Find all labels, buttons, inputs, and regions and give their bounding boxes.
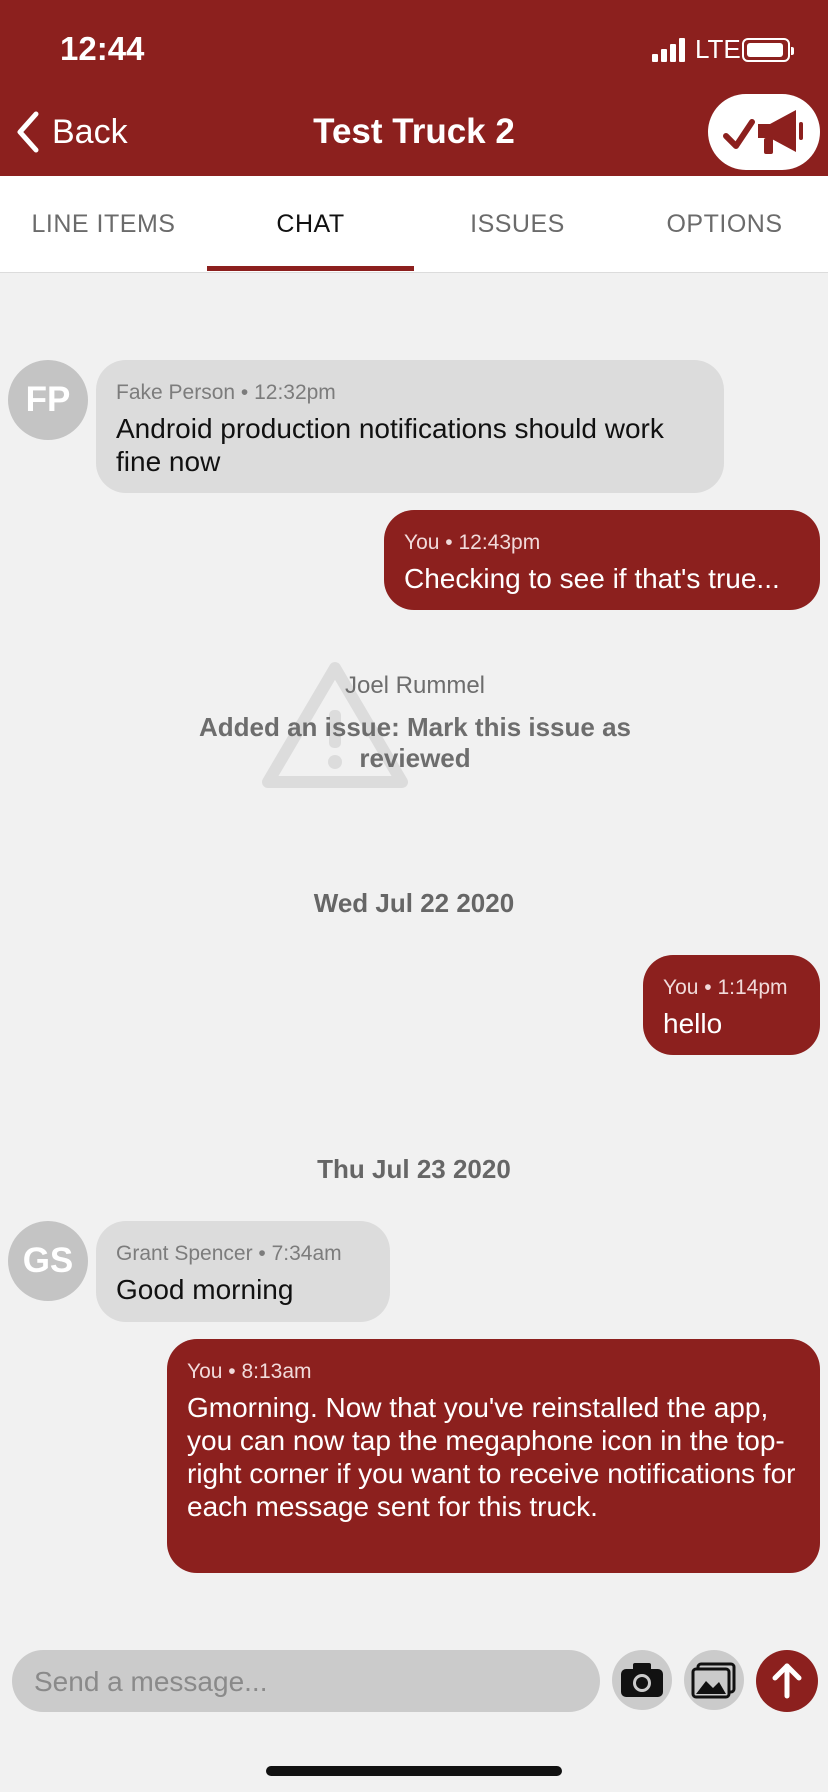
message-composer [12, 1650, 600, 1714]
avatar: GS [8, 1221, 88, 1301]
signal-icon [652, 38, 685, 62]
message-bubble-outgoing: You • 1:14pm hello [643, 955, 820, 1055]
message-text: Gmorning. Now that you've reinstalled th… [187, 1392, 796, 1522]
tab-chat[interactable]: CHAT [207, 176, 414, 272]
home-indicator [266, 1766, 562, 1776]
message-text: hello [663, 1008, 723, 1039]
network-label: LTE [695, 34, 741, 64]
notifications-toggle-button[interactable] [708, 94, 820, 170]
battery-icon [742, 38, 794, 62]
message-bubble-outgoing: You • 8:13am Gmorning. Now that you've r… [167, 1339, 820, 1573]
page-title: Test Truck 2 [313, 112, 515, 151]
system-event: Joel Rummel Added an issue: Mark this is… [180, 660, 650, 790]
message-meta: You • 1:14pm [663, 976, 788, 999]
message-text: Checking to see if that's true... [404, 563, 780, 594]
message-text: Android production notifications should … [116, 413, 664, 477]
avatar: FP [8, 360, 88, 440]
active-tab-indicator [207, 266, 414, 271]
system-event-author: Joel Rummel [344, 672, 486, 699]
message-meta: Fake Person • 12:32pm [116, 381, 336, 404]
header-bar: 12:44 LTE Back Test Truck 2 [0, 0, 828, 176]
message-meta: You • 8:13am [187, 1360, 312, 1383]
tab-issues[interactable]: ISSUES [414, 176, 621, 272]
message-meta: Grant Spencer • 7:34am [116, 1242, 342, 1265]
message-bubble-outgoing: You • 12:43pm Checking to see if that's … [384, 510, 820, 610]
gallery-button[interactable] [684, 1650, 744, 1710]
status-time: 12:44 [60, 30, 145, 67]
tab-line-items[interactable]: LINE ITEMS [0, 176, 207, 272]
message-bubble-incoming: Fake Person • 12:32pm Android production… [96, 360, 724, 493]
date-separator: Thu Jul 23 2020 [317, 1154, 511, 1184]
date-separator: Wed Jul 22 2020 [313, 888, 515, 918]
message-text: Good morning [116, 1274, 294, 1305]
camera-button[interactable] [612, 1650, 672, 1710]
image-gallery-icon [691, 1662, 736, 1699]
tab-bar: LINE ITEMS CHAT ISSUES OPTIONS [0, 176, 828, 273]
arrow-up-icon [772, 1663, 802, 1699]
system-event-text: Added an issue: Mark this issue as revie… [198, 712, 632, 773]
message-meta: You • 12:43pm [404, 531, 541, 554]
message-bubble-incoming: Grant Spencer • 7:34am Good morning [96, 1221, 390, 1322]
camera-icon [621, 1663, 663, 1697]
send-button[interactable] [756, 1650, 818, 1712]
tab-options[interactable]: OPTIONS [621, 176, 828, 272]
megaphone-check-icon [723, 110, 803, 154]
message-input[interactable] [32, 1650, 584, 1714]
